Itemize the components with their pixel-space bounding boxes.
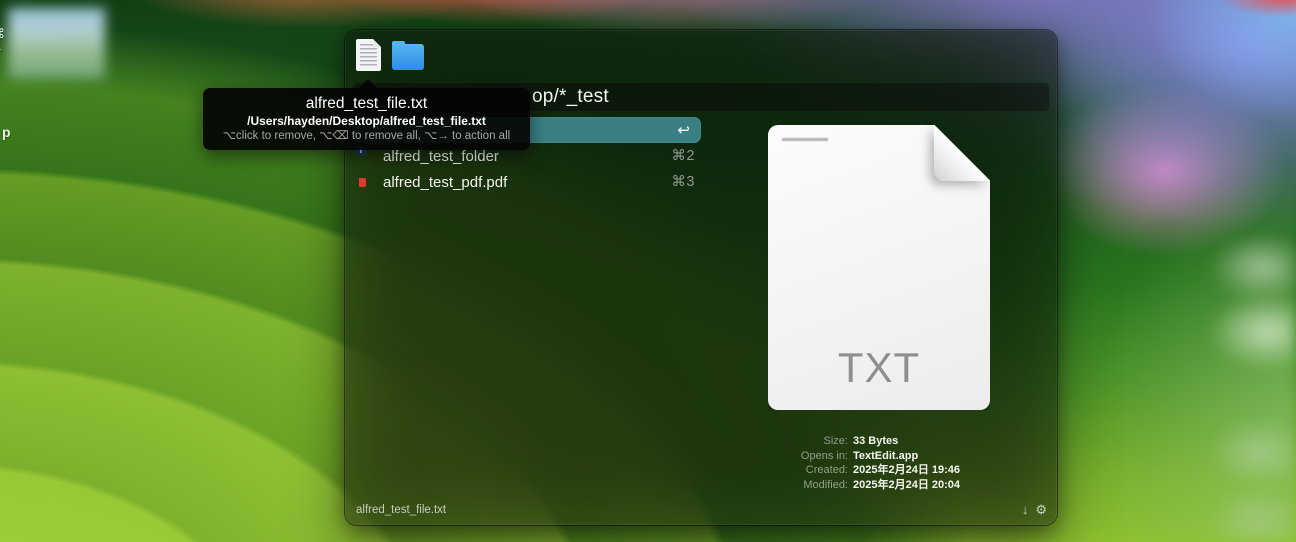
- statusbar-icons: ↓ ⚙: [1022, 502, 1047, 518]
- metadata-label: Size:: [725, 434, 848, 449]
- tooltip-title: alfred_test_file.txt: [203, 94, 530, 113]
- metadata-value: 2025年2月24日 20:04: [853, 478, 1045, 493]
- gear-icon[interactable]: ⚙: [1035, 502, 1047, 518]
- metadata-label: Created:: [725, 463, 848, 478]
- file-metadata: Size: 33 Bytes Opens in: TextEdit.app Cr…: [725, 434, 1045, 492]
- metadata-label: Modified:: [725, 478, 848, 493]
- search-query-text: op/*_test: [532, 82, 609, 111]
- tooltip-hint: ⌥click to remove, ⌥⌫ to remove all, ⌥→ t…: [203, 129, 530, 144]
- document-corner-fold: [934, 125, 990, 181]
- pdf-badge: [357, 178, 366, 187]
- result-label: alfred_test_pdf.pdf: [383, 174, 507, 191]
- metadata-label: Opens in:: [725, 449, 848, 464]
- blurred-window-fragment: [8, 8, 105, 79]
- download-icon[interactable]: ↓: [1022, 502, 1029, 518]
- buffer-text-file-icon[interactable]: [356, 39, 381, 71]
- result-shortcut: ⌘2: [671, 148, 695, 164]
- return-key-icon: ↩: [677, 121, 690, 139]
- tooltip-path: /Users/hayden/Desktop/alfred_test_file.t…: [203, 113, 530, 129]
- metadata-value: 2025年2月24日 19:46: [853, 463, 1045, 478]
- file-type-label: TXT: [768, 344, 990, 392]
- text-file-fold: [373, 39, 381, 47]
- statusbar-filename: alfred_test_file.txt: [356, 504, 446, 516]
- cutoff-command-glyph: ⌘: [0, 26, 5, 42]
- cutoff-label-p: p: [2, 124, 11, 140]
- result-shortcut: ⌘3: [671, 174, 695, 190]
- buffer-folder-icon[interactable]: [392, 44, 424, 70]
- result-row-pdf[interactable]: alfred_test_pdf.pdf ⌘3: [352, 169, 701, 195]
- result-label: alfred_test_folder: [383, 148, 499, 165]
- buffer-item-tooltip: alfred_test_file.txt /Users/hayden/Deskt…: [203, 88, 530, 150]
- preview-content-line: [782, 138, 828, 141]
- metadata-value: TextEdit.app: [853, 449, 1045, 464]
- pdf-file-icon: [357, 173, 375, 191]
- cutoff-plus-glyph: +: [0, 41, 1, 57]
- metadata-value: 33 Bytes: [853, 434, 1045, 449]
- text-file-lines: [360, 44, 377, 66]
